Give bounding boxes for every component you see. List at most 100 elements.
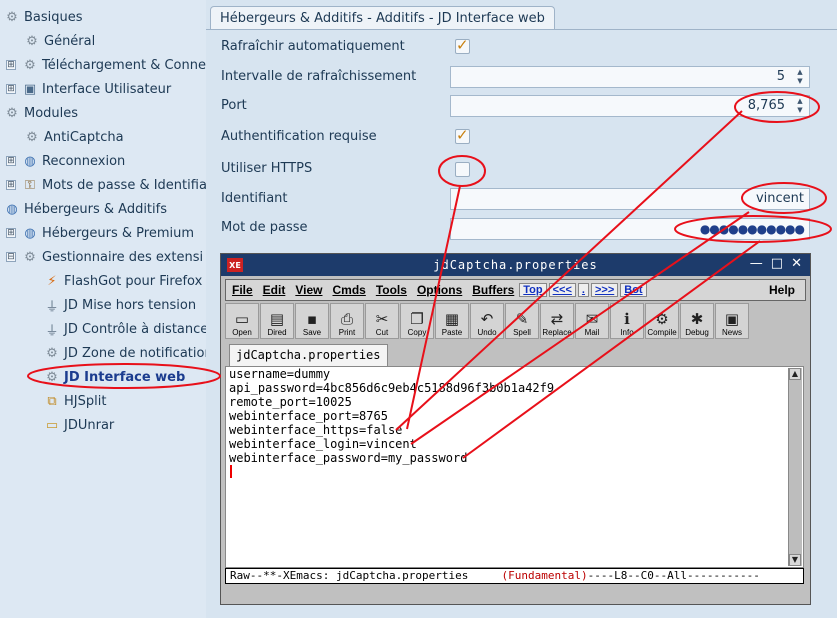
toolbar-paste-button[interactable]: ▦ Paste xyxy=(435,303,469,339)
nav-button[interactable]: Bot xyxy=(620,283,647,297)
toolbar-label: Paste xyxy=(441,328,463,337)
auto-refresh-checkbox[interactable] xyxy=(455,36,470,54)
toolbar-dired-button[interactable]: ▤ Dired xyxy=(260,303,294,339)
toolbar-compile-button[interactable]: ⚙ Compile xyxy=(645,303,679,339)
port-spinner[interactable]: 8,765 ▲ ▼ xyxy=(450,95,810,117)
buffer-line: api_password=4bc856d6c9eb4c5188d96f3b0b1… xyxy=(229,381,555,395)
expand-icon[interactable]: ⊞ xyxy=(6,228,16,238)
port-value: 8,765 xyxy=(747,98,785,113)
tree-item[interactable]: ◍ Hébergeurs & Additifs xyxy=(4,198,167,220)
toolbar-label: Info xyxy=(620,328,634,337)
plug-icon: ⏚ xyxy=(45,323,59,339)
flashgot-icon: ⚡ xyxy=(47,273,57,289)
password-field[interactable]: ●●●●●●●●●●● xyxy=(450,218,810,240)
tree-item[interactable]: ⊞ ▣ Interface Utilisateur xyxy=(6,78,171,100)
minimize-icon[interactable]: — xyxy=(750,256,763,271)
toolbar-save-button[interactable]: ▪ Save xyxy=(295,303,329,339)
scroll-down-icon[interactable]: ▼ xyxy=(789,554,801,566)
collapse-icon[interactable]: ⊟ xyxy=(6,252,16,262)
toolbar-spell-button[interactable]: ✎ Spell xyxy=(505,303,539,339)
expand-icon[interactable]: ⊞ xyxy=(6,156,16,166)
toolbar-info-button[interactable]: ℹ Info xyxy=(610,303,644,339)
tree-item[interactable]: ⚙ JD Zone de notification xyxy=(44,342,206,364)
tree-item[interactable]: ⚙ JD Interface web xyxy=(44,366,185,388)
toolbar-label: Mail xyxy=(584,328,600,337)
tree-item[interactable]: ⊟ ⚙ Gestionnaire des extensi xyxy=(6,246,203,268)
use-https-checkbox[interactable] xyxy=(455,162,470,177)
nav-button[interactable]: . xyxy=(577,283,589,297)
tree-item[interactable]: ⏚ JD Contrôle à distance xyxy=(44,318,206,340)
login-field[interactable]: vincent xyxy=(450,188,810,210)
spinner-arrows-icon[interactable]: ▲ ▼ xyxy=(793,68,807,86)
expand-icon[interactable]: ⊞ xyxy=(6,60,16,70)
xemacs-menubar: File Edit View Cmds Tools Options Buffers Top <<… xyxy=(225,279,806,301)
panel-tab-title[interactable]: Hébergeurs & Additifs - Additifs - JD In… xyxy=(210,6,555,29)
toolbar-label: Undo xyxy=(477,328,497,337)
buffer-line: webinterface_port=8765 xyxy=(229,409,388,423)
menu-view[interactable]: View xyxy=(295,283,322,297)
tree-item[interactable]: ⊞ ⚙ Téléchargement & Conne xyxy=(6,54,206,76)
buffer-tab[interactable]: jdCaptcha.properties xyxy=(229,344,388,366)
dired-icon: ▤ xyxy=(269,310,285,328)
gear-icon: ⚙ xyxy=(26,129,38,145)
auth-required-label: Authentification requise xyxy=(221,129,377,144)
tree-item[interactable]: ⊞ ◍ Hébergeurs & Premium xyxy=(6,222,194,244)
toolbar-open-button[interactable]: ▭ Open xyxy=(225,303,259,339)
buffer-text: username=dummy api_password=4bc856d6c9eb4… xyxy=(229,367,554,465)
nav-button[interactable]: >>> xyxy=(590,283,619,297)
tree-item[interactable]: ⚙ Général xyxy=(24,30,95,52)
monitor-icon: ▣ xyxy=(23,81,37,97)
toolbar-cut-button[interactable]: ✂ Cut xyxy=(365,303,399,339)
tree-item-label: JD Contrôle à distance xyxy=(64,321,206,337)
menu-help[interactable]: Help xyxy=(769,283,795,297)
toolbar-print-button[interactable]: ⎙ Print xyxy=(330,303,364,339)
spinner-arrows-icon[interactable]: ▲ ▼ xyxy=(793,97,807,115)
buffer-line: remote_port=10025 xyxy=(229,395,352,409)
toolbar-undo-button[interactable]: ↶ Undo xyxy=(470,303,504,339)
toolbar-label: Cut xyxy=(375,328,389,337)
tree-item[interactable]: ⏚ JD Mise hors tension xyxy=(44,294,196,316)
tree-item-label: Mots de passe & Identifia xyxy=(42,177,206,193)
tree-item[interactable]: ⊞ ⚿ Mots de passe & Identifia xyxy=(6,174,206,196)
maximize-icon[interactable]: □ xyxy=(771,256,783,271)
debug-icon: ✱ xyxy=(690,310,704,328)
tree-item[interactable]: ⊞ ◍ Reconnexion xyxy=(6,150,125,172)
refresh-interval-spinner[interactable]: 5 ▲ ▼ xyxy=(450,66,810,88)
toolbar-news-button[interactable]: ▣ News xyxy=(715,303,749,339)
nav-button[interactable]: Top xyxy=(519,283,547,297)
menu-tools[interactable]: Tools xyxy=(376,283,407,297)
menu-buffers[interactable]: Buffers xyxy=(472,283,514,297)
close-icon[interactable]: ✕ xyxy=(791,256,802,271)
nav-button[interactable]: <<< xyxy=(548,283,576,297)
vertical-scrollbar[interactable]: ▲ ▼ xyxy=(788,368,802,566)
tree-item[interactable]: ⧉ HJSplit xyxy=(44,390,106,412)
tree-item[interactable]: ▭ JDUnrar xyxy=(44,414,114,436)
tree-item[interactable]: ⚙ Modules xyxy=(4,102,78,124)
toolbar-debug-button[interactable]: ✱ Debug xyxy=(680,303,714,339)
auth-required-checkbox[interactable] xyxy=(455,126,470,144)
plug-icon: ⏚ xyxy=(45,299,59,315)
tree-item-label: Modules xyxy=(24,105,79,121)
menu-options[interactable]: Options xyxy=(417,283,462,297)
expand-icon[interactable]: ⊞ xyxy=(6,180,16,190)
editor-buffer[interactable]: username=dummy api_password=4bc856d6c9eb4… xyxy=(225,366,804,568)
text-cursor xyxy=(230,465,232,478)
xemacs-titlebar[interactable]: XE jdCaptcha.properties — □ ✕ xyxy=(221,254,810,276)
menu-cmds[interactable]: Cmds xyxy=(332,283,365,297)
toolbar-mail-button[interactable]: ✉ Mail xyxy=(575,303,609,339)
gear-icon: ⚙ xyxy=(24,57,36,73)
globe-icon: ◍ xyxy=(6,201,18,217)
menu-edit[interactable]: Edit xyxy=(263,283,286,297)
toolbar-copy-button[interactable]: ❐ Copy xyxy=(400,303,434,339)
toolbar-label: Print xyxy=(338,328,356,337)
print-icon: ⎙ xyxy=(340,310,353,328)
undo-icon: ↶ xyxy=(480,310,494,328)
toolbar-replace-button[interactable]: ⇄ Replace xyxy=(540,303,574,339)
tree-item[interactable]: ⚙ AntiCaptcha xyxy=(24,126,123,148)
menu-file[interactable]: File xyxy=(232,283,253,297)
spell-icon: ✎ xyxy=(515,310,529,328)
expand-icon[interactable]: ⊞ xyxy=(6,84,16,94)
tree-item[interactable]: ⚡ FlashGot pour Firefox xyxy=(44,270,202,292)
scroll-up-icon[interactable]: ▲ xyxy=(789,368,801,380)
tree-item[interactable]: ⚙ Basiques xyxy=(4,6,82,28)
